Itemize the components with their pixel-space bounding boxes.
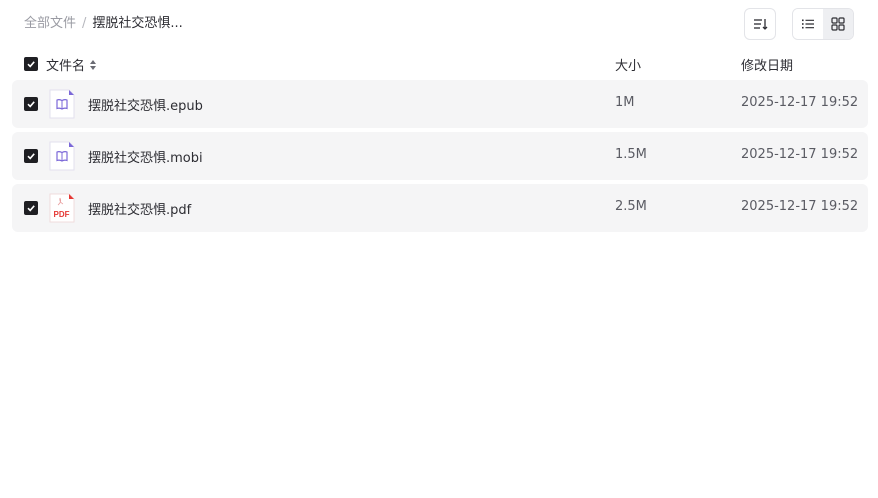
modified-column-header[interactable]: 修改日期 (741, 55, 793, 74)
row-checkbox[interactable] (24, 201, 38, 215)
breadcrumb-root-link[interactable]: 全部文件 (24, 15, 76, 33)
select-all-checkbox[interactable] (24, 57, 38, 71)
breadcrumb-current-folder: 摆脱社交恐惧... (92, 16, 183, 31)
pdf-icon: PDF (49, 193, 75, 223)
grid-view-icon (831, 17, 845, 31)
file-size: 1M (615, 95, 635, 110)
file-row[interactable]: 摆脱社交恐惧.mobi 1.5M 2025-12-17 19:52 (12, 132, 868, 180)
row-checkbox[interactable] (24, 149, 38, 163)
ebook-icon (49, 141, 75, 171)
pdf-label: PDF (54, 210, 70, 219)
list-view-icon (802, 19, 814, 29)
sort-button[interactable] (744, 8, 776, 40)
breadcrumb-separator: / (82, 16, 87, 31)
size-column-header[interactable]: 大小 (615, 55, 641, 74)
file-name[interactable]: 摆脱社交恐惧.epub (88, 95, 203, 114)
file-modified-date: 2025-12-17 19:52 (741, 199, 859, 214)
name-column-label: 文件名 (46, 59, 86, 74)
file-size: 2.5M (615, 199, 647, 214)
breadcrumb: 全部文件 / 摆脱社交恐惧... (24, 15, 183, 33)
ebook-icon (49, 89, 75, 119)
file-name[interactable]: 摆脱社交恐惧.mobi (88, 147, 203, 166)
list-view-button[interactable] (793, 9, 823, 39)
checkmark-icon (27, 101, 35, 108)
file-modified-date: 2025-12-17 19:52 (741, 95, 859, 110)
table-header: 文件名 大小 修改日期 (12, 50, 868, 78)
top-bar: 全部文件 / 摆脱社交恐惧... (0, 0, 878, 48)
file-modified-date: 2025-12-17 19:52 (741, 147, 859, 162)
sort-icon (754, 19, 768, 30)
checkmark-icon (27, 153, 35, 160)
sort-toggle-icon (89, 59, 97, 71)
file-row[interactable]: 摆脱社交恐惧.epub 1M 2025-12-17 19:52 (12, 80, 868, 128)
checkmark-icon (27, 61, 35, 68)
row-checkbox[interactable] (24, 97, 38, 111)
view-mode-toggle (792, 8, 854, 40)
checkmark-icon (27, 205, 35, 212)
file-name[interactable]: 摆脱社交恐惧.pdf (88, 199, 191, 218)
grid-view-button[interactable] (823, 9, 853, 39)
file-size: 1.5M (615, 147, 647, 162)
name-column-header[interactable]: 文件名 (46, 55, 97, 74)
file-row[interactable]: PDF 摆脱社交恐惧.pdf 2.5M 2025-12-17 19:52 (12, 184, 868, 232)
